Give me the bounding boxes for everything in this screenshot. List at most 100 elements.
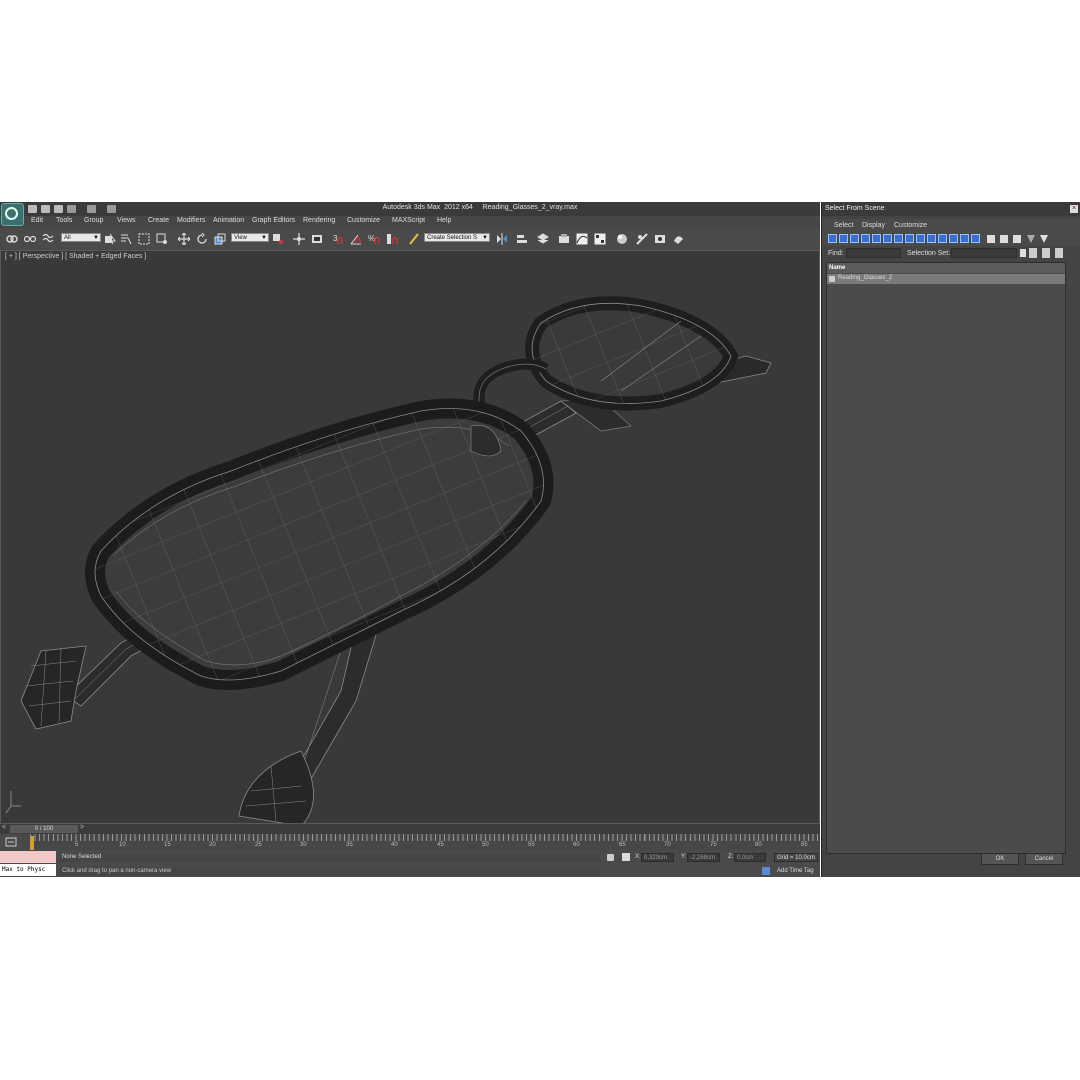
viewport-canvas[interactable]: [ + ] [ Perspective ] [ Shaded + Edged F… xyxy=(0,250,820,824)
pivot-center-icon[interactable] xyxy=(272,233,284,245)
select-by-name-icon[interactable] xyxy=(120,233,132,245)
mini-curve-editor-icon[interactable] xyxy=(0,834,22,850)
x-coordinate-field[interactable]: 0,323cm xyxy=(641,853,674,862)
menu-views[interactable]: Views xyxy=(117,217,136,224)
rotate-icon[interactable] xyxy=(196,233,208,245)
rectangular-selection-icon[interactable] xyxy=(138,233,150,245)
selection-set-arrow-icon[interactable] xyxy=(1020,249,1026,257)
display-cameras-icon[interactable] xyxy=(861,234,870,243)
display-geometry-icon[interactable] xyxy=(828,234,837,243)
open-file-icon[interactable] xyxy=(41,205,50,213)
angle-snap-icon[interactable] xyxy=(350,233,362,245)
render-production-icon[interactable] xyxy=(672,233,684,245)
unlink-icon[interactable] xyxy=(24,233,36,245)
name-column-header[interactable]: Name xyxy=(827,263,1065,273)
display-lights-icon[interactable] xyxy=(850,234,859,243)
menu-create[interactable]: Create xyxy=(148,217,169,224)
menu-help[interactable]: Help xyxy=(437,217,451,224)
dialog-menu-display[interactable]: Display xyxy=(862,222,885,229)
save-file-icon[interactable] xyxy=(54,205,63,213)
display-containers-icon[interactable] xyxy=(927,234,936,243)
project-folder-icon[interactable] xyxy=(107,205,116,213)
display-hidden-icon[interactable] xyxy=(949,234,958,243)
curve-editor-icon[interactable] xyxy=(576,233,588,245)
maxscript-listener-input[interactable]: Max to Physc xyxy=(0,864,56,876)
filter-icon[interactable] xyxy=(1027,235,1035,243)
menu-tools[interactable]: Tools xyxy=(56,217,72,224)
move-icon[interactable] xyxy=(178,233,190,245)
menu-rendering[interactable]: Rendering xyxy=(303,217,335,224)
add-time-tag-button[interactable]: Add Time Tag xyxy=(777,868,814,874)
display-xrefs-icon[interactable] xyxy=(905,234,914,243)
select-none-icon[interactable] xyxy=(1000,235,1008,243)
link-icon[interactable] xyxy=(6,233,18,245)
menu-maxscript[interactable]: MAXScript xyxy=(392,217,425,224)
display-space-warps-icon[interactable] xyxy=(883,234,892,243)
material-editor-icon[interactable] xyxy=(616,233,628,245)
display-shapes-icon[interactable] xyxy=(839,234,848,243)
menu-modifiers[interactable]: Modifiers xyxy=(177,217,205,224)
find-input[interactable] xyxy=(846,248,901,258)
mirror-icon[interactable] xyxy=(496,233,508,245)
filter-options-icon[interactable] xyxy=(1040,235,1048,243)
edit-named-selection-icon[interactable] xyxy=(408,233,420,245)
rendered-frame-window-icon[interactable] xyxy=(654,233,666,245)
list-item[interactable]: Reading_Glasses_2 xyxy=(827,274,1065,284)
menu-graph-editors[interactable]: Graph Editors xyxy=(252,217,295,224)
display-bones-icon[interactable] xyxy=(916,234,925,243)
time-tag-icon[interactable] xyxy=(762,867,770,875)
display-none-icon[interactable] xyxy=(971,234,980,243)
time-slider[interactable]: < 0 / 100 > xyxy=(0,824,820,834)
menu-group[interactable]: Group xyxy=(84,217,103,224)
cancel-button[interactable]: Cancel xyxy=(1025,853,1063,865)
layer-manager-icon[interactable] xyxy=(537,233,549,245)
edit-selection-set-icon[interactable] xyxy=(1055,248,1063,258)
display-groups-icon[interactable] xyxy=(894,234,903,243)
render-setup-icon[interactable] xyxy=(636,233,648,245)
z-coordinate-field[interactable]: 0,0cm xyxy=(734,853,766,862)
named-selection-dropdown[interactable]: Create Selection S ▼ xyxy=(424,233,490,242)
schematic-view-icon[interactable] xyxy=(594,233,606,245)
display-helpers-icon[interactable] xyxy=(872,234,881,243)
snap-toggle-icon[interactable]: 3 xyxy=(332,233,344,245)
application-button-icon[interactable] xyxy=(1,203,24,226)
menu-customize[interactable]: Customize xyxy=(347,217,380,224)
reference-coordinate-dropdown[interactable]: View ▼ xyxy=(231,233,269,242)
window-crossing-icon[interactable] xyxy=(156,233,168,245)
remove-selection-set-icon[interactable] xyxy=(1042,248,1050,258)
time-slider-prev-icon[interactable]: < xyxy=(2,824,6,831)
graphite-modeling-icon[interactable] xyxy=(558,233,570,245)
align-icon[interactable] xyxy=(516,233,528,245)
y-coordinate-field[interactable]: -2,268cm xyxy=(687,853,720,862)
selection-lock-icon[interactable] xyxy=(607,854,614,861)
undo-icon[interactable] xyxy=(67,205,76,213)
select-and-manipulate-icon[interactable] xyxy=(293,233,305,245)
dialog-menu-customize[interactable]: Customize xyxy=(894,222,927,229)
absolute-mode-icon[interactable] xyxy=(622,853,630,861)
ok-button[interactable]: OK xyxy=(981,853,1019,865)
create-selection-set-icon[interactable] xyxy=(1029,248,1037,258)
select-all-icon[interactable] xyxy=(987,235,995,243)
percent-snap-icon[interactable]: % xyxy=(368,233,380,245)
time-slider-thumb[interactable]: 0 / 100 xyxy=(10,825,78,833)
select-object-icon[interactable] xyxy=(104,233,116,245)
object-list[interactable]: Name Reading_Glasses_2 xyxy=(826,262,1066,854)
track-bar[interactable]: 5 10 15 20 25 30 35 40 45 50 55 60 65 70… xyxy=(0,834,820,850)
selection-set-dropdown[interactable] xyxy=(951,248,1017,258)
spinner-snap-icon[interactable] xyxy=(386,233,398,245)
scale-icon[interactable] xyxy=(214,233,226,245)
display-frozen-icon[interactable] xyxy=(938,234,947,243)
selection-filter-dropdown[interactable]: All ▼ xyxy=(61,233,101,242)
time-slider-next-icon[interactable]: > xyxy=(80,824,84,831)
display-all-icon[interactable] xyxy=(960,234,969,243)
redo-icon[interactable] xyxy=(87,205,96,213)
close-icon[interactable]: × xyxy=(1070,205,1078,213)
menu-edit[interactable]: Edit xyxy=(31,217,43,224)
maxscript-listener-output[interactable] xyxy=(0,851,56,863)
bind-space-warp-icon[interactable] xyxy=(42,233,54,245)
glasses-wireframe-model[interactable] xyxy=(1,251,819,823)
new-file-icon[interactable] xyxy=(28,205,37,213)
menu-animation[interactable]: Animation xyxy=(213,217,244,224)
dialog-menu-select[interactable]: Select xyxy=(834,222,853,229)
keyboard-shortcut-override-icon[interactable] xyxy=(311,233,323,245)
